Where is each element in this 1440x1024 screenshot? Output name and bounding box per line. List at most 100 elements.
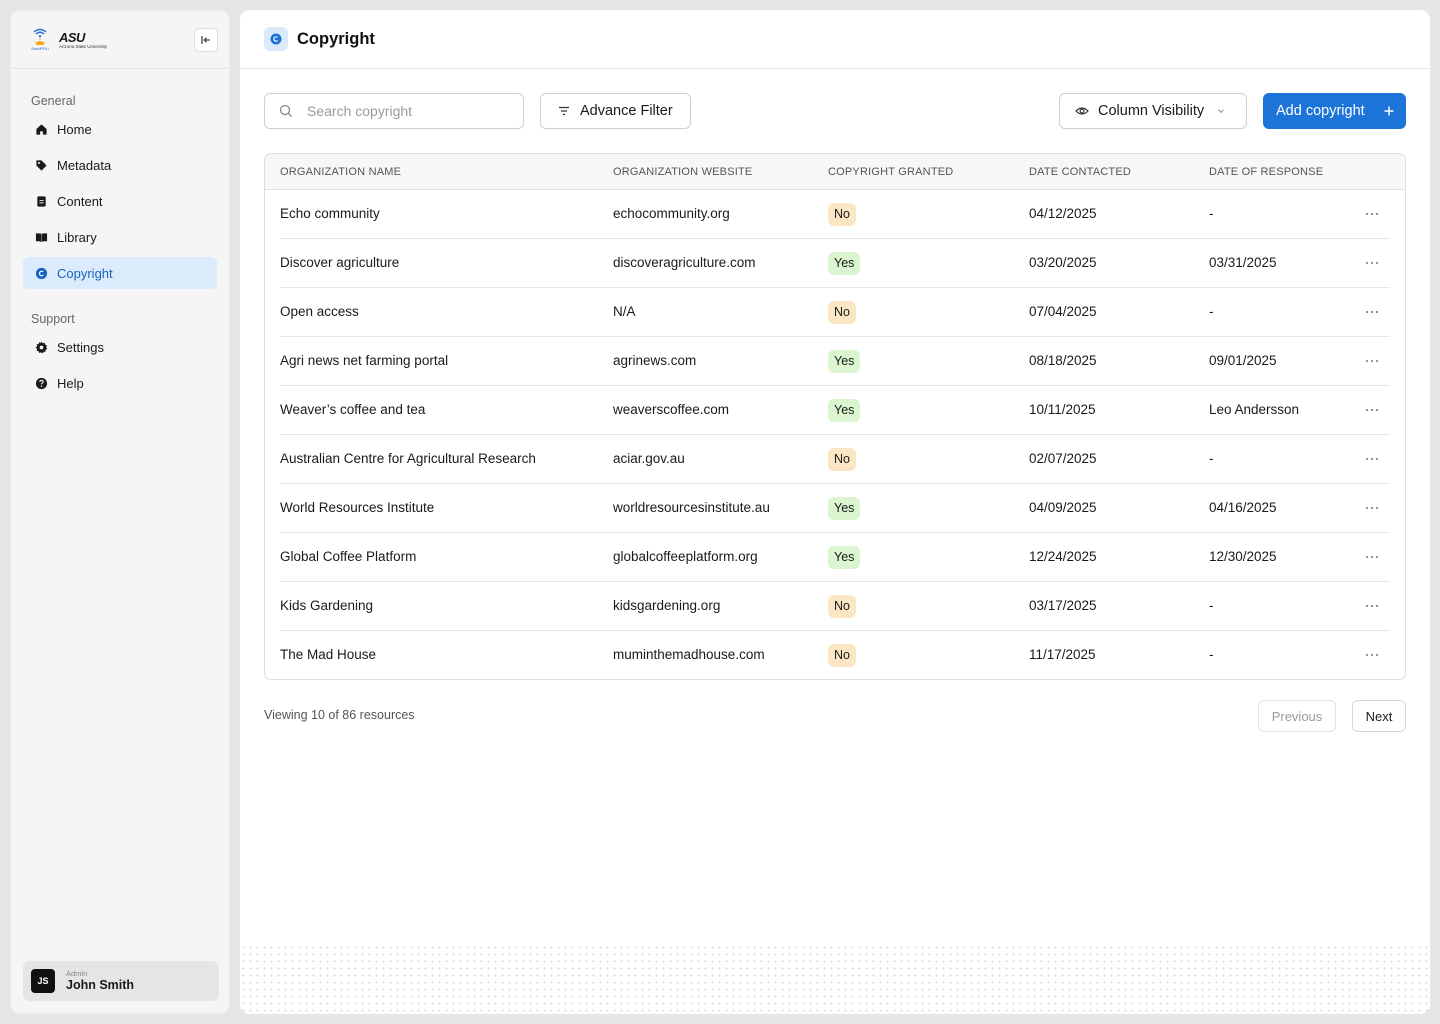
main-panel: Copyright Advance Filter Column Visibili… — [240, 10, 1430, 1014]
table-row[interactable]: Echo community echocommunity.org No 04/12/2… — [280, 190, 1390, 239]
collapse-sidebar-button[interactable] — [194, 28, 218, 52]
search-icon — [279, 104, 292, 117]
advance-filter-button[interactable]: Advance Filter — [540, 93, 691, 129]
date-of-response-cell: - — [1209, 206, 1214, 221]
date-of-response-cell: - — [1209, 451, 1214, 466]
copyright-granted-badge: Yes — [828, 350, 861, 373]
sidebar-item-help[interactable]: Help — [23, 367, 217, 399]
date-of-response-cell: - — [1209, 304, 1214, 319]
sidebar-item-home[interactable]: Home — [23, 113, 217, 145]
table-row[interactable]: Australian Centre for Agricultural Resea… — [280, 435, 1390, 484]
column-header-date-of-response[interactable]: DATE OF RESPONSE — [1209, 154, 1323, 190]
pagination-summary: Viewing 10 of 86 resources — [264, 708, 415, 722]
date-of-response-cell: Leo Andersson — [1209, 402, 1300, 417]
organization-website-cell: echocommunity.org — [613, 206, 730, 221]
more-options-icon[interactable] — [1364, 500, 1380, 516]
column-visibility-label: Column Visibility — [1098, 103, 1205, 119]
filter-icon — [559, 106, 569, 116]
column-header-copyright-granted[interactable]: COPYRIGHT GRANTED — [828, 154, 953, 190]
table-row[interactable]: World Resources Institute worldresourcesi… — [280, 484, 1390, 533]
toolbar: Advance Filter Column Visibility Add cop… — [264, 93, 1406, 129]
sidebar-item-content[interactable]: Content — [23, 185, 217, 217]
seedpru-logo-text: SeedPRU — [31, 46, 49, 51]
sidebar-item-label: Content — [57, 193, 103, 209]
date-contacted-cell: 07/04/2025 — [1029, 304, 1097, 319]
column-header-organization-name[interactable]: ORGANIZATION NAME — [280, 154, 401, 190]
date-contacted-cell: 04/12/2025 — [1029, 206, 1097, 221]
sidebar-item-settings[interactable]: Settings — [23, 331, 217, 363]
seedpru-logo: SeedPRU — [29, 27, 51, 53]
sidebar-item-copyright[interactable]: Copyright — [23, 257, 217, 289]
organization-website-cell: kidsgardening.org — [613, 598, 721, 613]
dotted-background — [240, 944, 1430, 1014]
sidebar-item-library[interactable]: Library — [23, 221, 217, 253]
copyright-title-icon — [264, 27, 288, 51]
more-options-icon[interactable] — [1364, 647, 1380, 663]
book-icon — [35, 232, 48, 242]
date-contacted-cell: 02/07/2025 — [1029, 451, 1097, 466]
date-contacted-cell: 03/17/2025 — [1029, 598, 1097, 613]
table-row[interactable]: Weaver’s coffee and tea weaverscoffee.com… — [280, 386, 1390, 435]
eye-icon — [1075, 107, 1089, 115]
sidebar: SeedPRU ASU Arizona State University Gen… — [10, 10, 230, 1014]
asu-logo-mark: ASU — [59, 29, 85, 45]
brand-bar: SeedPRU ASU Arizona State University — [11, 11, 229, 69]
more-options-icon[interactable] — [1364, 206, 1380, 222]
organization-website-cell: agrinews.com — [613, 353, 697, 368]
organization-name-cell: World Resources Institute — [280, 500, 435, 515]
organization-name-cell: The Mad House — [280, 647, 377, 662]
table-row[interactable]: Discover agriculture discoveragriculture.… — [280, 239, 1390, 288]
date-of-response-cell: 03/31/2025 — [1209, 255, 1277, 270]
user-name: John Smith — [66, 978, 135, 992]
nav-heading-general: General — [31, 94, 76, 108]
column-header-organization-website[interactable]: ORGANIZATION WEBSITE — [613, 154, 752, 190]
table-row[interactable]: Global Coffee Platform globalcoffeeplatfo… — [280, 533, 1390, 582]
date-contacted-cell: 11/17/2025 — [1029, 647, 1096, 662]
organization-website-cell: muminthemadhouse.com — [613, 647, 765, 662]
user-info: Admin John Smith — [66, 969, 134, 993]
table-row[interactable]: Open access N/A No 07/04/2025 - — [280, 288, 1390, 337]
search-box[interactable] — [264, 93, 524, 129]
date-of-response-cell: - — [1209, 647, 1214, 662]
sidebar-item-label: Copyright — [57, 265, 113, 281]
organization-website-cell: aciar.gov.au — [613, 451, 685, 466]
organization-website-cell: weaverscoffee.com — [613, 402, 730, 417]
organization-name-cell: Weaver’s coffee and tea — [280, 402, 426, 417]
sidebar-item-label: Settings — [57, 339, 104, 355]
copyright-icon — [35, 267, 48, 279]
date-of-response-cell: 09/01/2025 — [1209, 353, 1277, 368]
more-options-icon[interactable] — [1364, 304, 1380, 320]
previous-page-button[interactable]: Previous — [1258, 700, 1336, 732]
date-contacted-cell: 03/20/2025 — [1029, 255, 1097, 270]
sidebar-item-metadata[interactable]: Metadata — [23, 149, 217, 181]
next-page-button[interactable]: Next — [1352, 700, 1406, 732]
gear-icon — [35, 341, 48, 353]
more-options-icon[interactable] — [1364, 255, 1380, 271]
table-row[interactable]: Agri news net farming portal agrinews.com… — [280, 337, 1390, 386]
organization-name-cell: Global Coffee Platform — [280, 549, 417, 564]
table-row[interactable]: Kids Gardening kidsgardening.org No 03/17/2… — [280, 582, 1390, 631]
add-copyright-button[interactable]: Add copyright — [1263, 93, 1406, 129]
more-options-icon[interactable] — [1364, 598, 1380, 614]
column-visibility-button[interactable]: Column Visibility — [1059, 93, 1247, 129]
user-role: Admin — [66, 969, 88, 978]
column-header-date-contacted[interactable]: DATE CONTACTED — [1029, 154, 1131, 190]
table-row[interactable]: The Mad House muminthemadhouse.com No 11/17… — [280, 631, 1390, 679]
more-options-icon[interactable] — [1364, 451, 1380, 467]
user-card[interactable]: JS Admin John Smith — [23, 961, 219, 1001]
copyright-table: ORGANIZATION NAME ORGANIZATION WEBSITE C… — [264, 153, 1406, 680]
sidebar-item-label: Home — [57, 121, 92, 137]
more-options-icon[interactable] — [1364, 549, 1380, 565]
date-contacted-cell: 10/11/2025 — [1029, 402, 1096, 417]
asu-logo-text: Arizona State University — [59, 43, 108, 49]
organization-name-cell: Kids Gardening — [280, 598, 374, 613]
copyright-granted-badge: No — [828, 203, 856, 226]
search-input[interactable] — [307, 103, 507, 119]
more-options-icon[interactable] — [1364, 402, 1380, 418]
organization-website-cell: globalcoffeeplatform.org — [613, 549, 758, 564]
chevron-down-icon — [1218, 109, 1224, 114]
organization-website-cell: discoveragriculture.com — [613, 255, 756, 270]
sidebar-item-label: Metadata — [57, 157, 112, 173]
copyright-granted-badge: Yes — [828, 399, 861, 422]
more-options-icon[interactable] — [1364, 353, 1380, 369]
